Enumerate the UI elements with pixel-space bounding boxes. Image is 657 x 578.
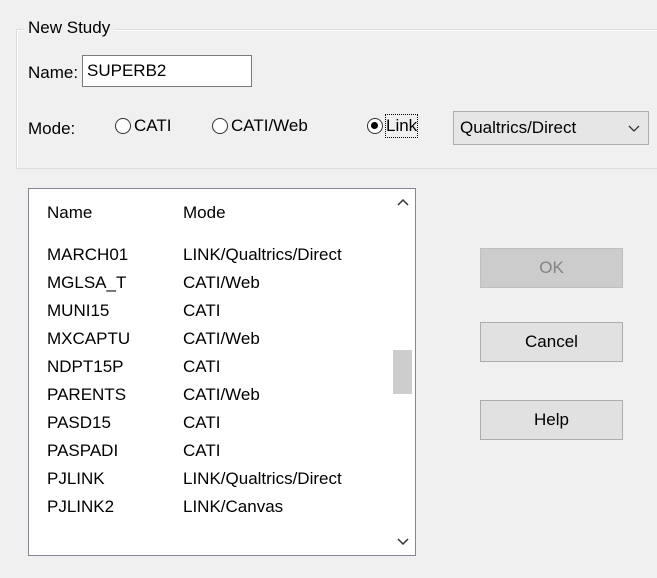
study-mode: CATI <box>183 441 221 460</box>
link-type-select[interactable]: Qualtrics/Direct <box>453 111 649 145</box>
study-mode: LINK/Canvas <box>183 497 284 516</box>
list-item[interactable]: PASPADI CATI <box>29 437 399 465</box>
study-mode: CATI <box>183 301 221 320</box>
list-item[interactable]: PARENTS CATI/Web <box>29 381 399 409</box>
mode-radio-label: CATI <box>134 116 172 135</box>
study-mode: CATI/Web <box>183 329 260 348</box>
mode-label: Mode: <box>28 119 76 138</box>
chevron-down-icon[interactable] <box>395 533 411 549</box>
study-name: PASPADI <box>47 441 119 460</box>
study-list[interactable]: Name Mode MARCH01 LINK/Qualtrics/Direct … <box>28 188 416 556</box>
study-mode: CATI <box>183 413 221 432</box>
mode-radio-cati[interactable]: CATI <box>115 115 171 137</box>
study-name: PARENTS <box>47 385 127 404</box>
study-mode: CATI <box>183 357 221 376</box>
study-mode: CATI/Web <box>183 385 260 404</box>
study-list-header: Name Mode <box>29 189 399 237</box>
list-scrollbar[interactable] <box>391 189 415 555</box>
new-study-group-title: New Study <box>24 18 115 38</box>
study-mode: LINK/Qualtrics/Direct <box>183 245 342 264</box>
mode-radio-label: CATI/Web <box>231 116 308 135</box>
help-button[interactable]: Help <box>480 400 623 440</box>
column-header-mode[interactable]: Mode <box>183 201 226 225</box>
study-name: MARCH01 <box>47 245 129 264</box>
chevron-up-icon[interactable] <box>395 195 411 211</box>
radio-circle-icon <box>115 118 131 134</box>
study-name: PASD15 <box>47 413 111 432</box>
chevron-down-icon <box>628 125 640 132</box>
link-type-selected-value: Qualtrics/Direct <box>460 118 577 137</box>
list-item[interactable]: MXCAPTU CATI/Web <box>29 325 399 353</box>
study-name: MXCAPTU <box>47 329 131 348</box>
study-name: NDPT15P <box>47 357 124 376</box>
study-name-input[interactable] <box>82 55 252 87</box>
name-label: Name: <box>28 63 79 82</box>
study-name: PJLINK <box>47 469 105 488</box>
study-name: MUNI15 <box>47 301 110 320</box>
ok-button[interactable]: OK <box>480 248 623 288</box>
list-item[interactable]: MGLSA_T CATI/Web <box>29 269 399 297</box>
list-item[interactable]: PJLINK2 LINK/Canvas <box>29 493 399 521</box>
study-name: PJLINK2 <box>47 497 115 516</box>
study-name: MGLSA_T <box>47 273 127 292</box>
list-item[interactable]: NDPT15P CATI <box>29 353 399 381</box>
new-study-group <box>16 29 657 169</box>
list-item[interactable]: PJLINK LINK/Qualtrics/Direct <box>29 465 399 493</box>
study-mode: LINK/Qualtrics/Direct <box>183 469 342 488</box>
study-mode: CATI/Web <box>183 273 260 292</box>
mode-radio-label: Link <box>384 114 419 138</box>
list-item[interactable]: PASD15 CATI <box>29 409 399 437</box>
scrollbar-thumb[interactable] <box>393 350 412 394</box>
new-study-dialog: New Study Name: Mode: CATI CATI/Web Link… <box>0 0 657 578</box>
list-item[interactable]: MUNI15 CATI <box>29 297 399 325</box>
mode-radio-cati-web[interactable]: CATI/Web <box>212 115 308 137</box>
list-item[interactable]: MARCH01 LINK/Qualtrics/Direct <box>29 241 399 269</box>
column-header-name[interactable]: Name <box>47 201 92 225</box>
mode-radio-link[interactable]: Link <box>367 114 419 138</box>
radio-circle-icon <box>212 118 228 134</box>
cancel-button[interactable]: Cancel <box>480 322 623 362</box>
radio-selected-icon <box>367 118 383 134</box>
